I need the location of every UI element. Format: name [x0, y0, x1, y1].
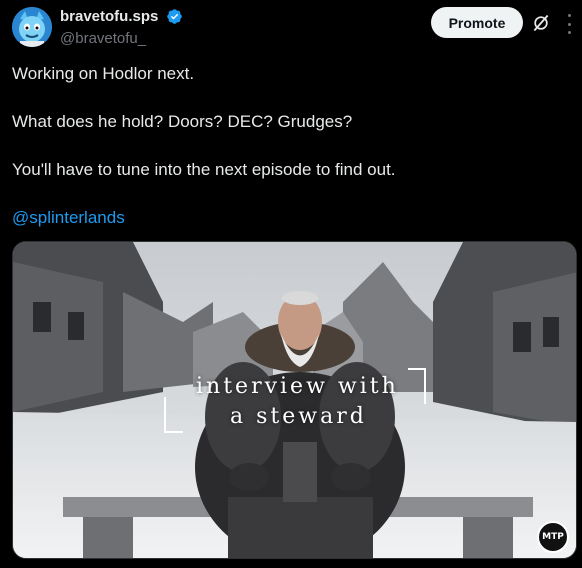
post-text-line: Working on Hodlor next. — [12, 64, 195, 83]
media-title-line-1: interview with — [196, 374, 399, 399]
media-title-overlay: interview with a steward — [13, 242, 576, 558]
post-text-line: What does he hold? Doors? DEC? Grudges? — [12, 112, 353, 131]
mtp-logo-badge: MTP — [537, 521, 569, 553]
post-media-image[interactable]: interview with a steward MTP — [12, 241, 577, 559]
media-title-line-2: a steward — [230, 404, 367, 429]
author-avatar[interactable] — [12, 7, 52, 47]
post-text-line: You'll have to tune into the next episod… — [12, 160, 396, 179]
author-display-name[interactable]: bravetofu.sps — [60, 8, 158, 25]
promote-button[interactable]: Promote — [431, 7, 523, 38]
verified-badge-icon — [167, 9, 182, 25]
cartoon-avatar-icon — [12, 7, 52, 47]
more-icon[interactable] — [560, 14, 578, 34]
mention-link[interactable]: @splinterlands — [12, 208, 125, 227]
post-header: bravetofu.sps @bravetofu_ Promote — [0, 0, 582, 58]
author-names: bravetofu.sps @bravetofu_ — [60, 8, 183, 47]
post-text: Working on Hodlor next. What does he hol… — [12, 62, 572, 254]
grok-icon[interactable] — [531, 13, 551, 33]
author-handle[interactable]: @bravetofu_ — [60, 30, 183, 47]
